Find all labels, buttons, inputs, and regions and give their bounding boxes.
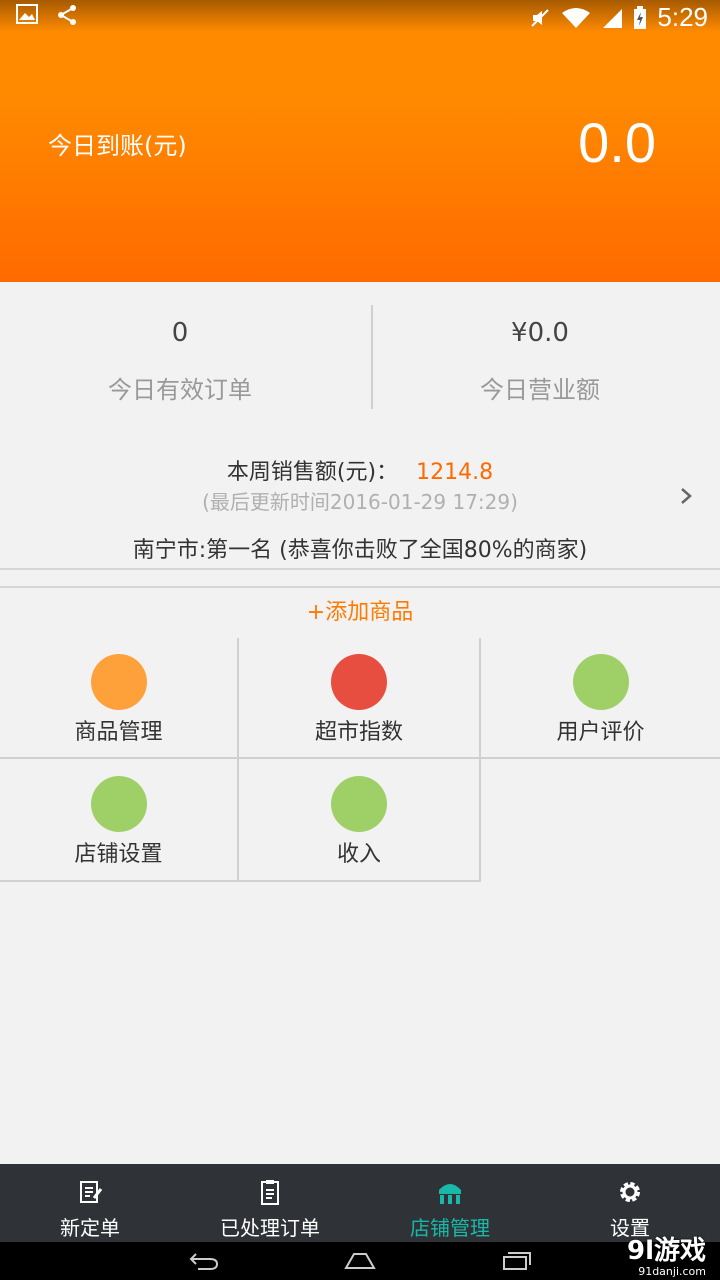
income-icon [331, 776, 387, 832]
tab-label: 店铺管理 [410, 1216, 490, 1240]
weekly-sales-amount: 1214.8 [416, 460, 494, 485]
tab-processed-orders[interactable]: 已处理订单 [180, 1164, 360, 1242]
image-icon [16, 4, 38, 24]
stats-divider [371, 305, 373, 409]
gear-icon [620, 1182, 640, 1202]
valid-orders-label: 今日有效订单 [108, 376, 252, 404]
home-icon[interactable] [342, 1250, 378, 1272]
today-income-label: 今日到账(元) [48, 132, 187, 160]
shop-icon [439, 1184, 461, 1204]
grid-item-label: 用户评价 [556, 720, 645, 745]
watermark-site: 91danji.com [638, 1265, 706, 1278]
last-updated-text: (最后更新时间2016-01-29 17:29) [202, 490, 518, 514]
wifi-icon [562, 7, 591, 28]
grid-item-market-index[interactable]: 超市指数 [239, 638, 481, 759]
tab-new-orders[interactable]: 新定单 [0, 1164, 180, 1242]
shop-settings-icon [90, 776, 147, 832]
grid-item-product-management[interactable]: 商品管理 [0, 638, 239, 759]
clipboard-icon [261, 1180, 279, 1205]
weekly-sales-panel[interactable]: 本周销售额(元)： 1214.8 (最后更新时间2016-01-29 17:29)… [0, 434, 720, 570]
grid-item-label: 商品管理 [74, 720, 163, 745]
clock: 5:29 [657, 2, 708, 32]
daily-stats: 0 今日有效订单 ¥0.0 今日营业额 [0, 282, 720, 436]
new-order-icon [80, 1181, 103, 1203]
product-management-icon [90, 654, 147, 710]
chevron-right-icon [681, 488, 692, 504]
grid-item-income[interactable]: 收入 [239, 759, 481, 882]
grid-item-shop-settings[interactable]: 店铺设置 [0, 759, 239, 882]
user-reviews-icon [572, 654, 629, 710]
grid-item-label: 店铺设置 [74, 842, 163, 867]
tab-label: 已处理订单 [220, 1216, 320, 1240]
signal-icon [603, 8, 623, 28]
watermark-brand: 9l游戏 [626, 1236, 706, 1266]
turnover-stat[interactable]: ¥0.0 今日营业额 [360, 282, 720, 434]
grid-item-label: 收入 [336, 842, 381, 867]
share-icon [58, 5, 76, 25]
income-header: 5:29 今日到账(元) 0.0 [0, 0, 720, 282]
valid-orders-stat[interactable]: 0 今日有效订单 [0, 282, 360, 434]
recents-icon[interactable] [500, 1250, 532, 1272]
valid-orders-value: 0 [171, 318, 189, 348]
battery-charging-icon [634, 5, 647, 29]
market-index-icon [331, 654, 387, 710]
mute-icon [531, 8, 550, 27]
ranking-text: 南宁市:第一名 (恭喜你击败了全国80%的商家) [132, 538, 588, 563]
tab-shop-management[interactable]: 店铺管理 [360, 1164, 540, 1242]
weekly-sales-label: 本周销售额(元)： [226, 460, 399, 485]
system-nav-bar [0, 1242, 720, 1280]
status-bar: 5:29 [0, 0, 720, 32]
back-icon[interactable] [188, 1250, 220, 1272]
bottom-nav: 新定单 已处理订单 店铺管理 设置 [0, 1164, 720, 1242]
grid-item-user-reviews[interactable]: 用户评价 [481, 638, 720, 759]
watermark-logo: 9l游戏 91danji.com [627, 1230, 706, 1278]
add-product-button[interactable]: +添加商品 [0, 586, 720, 640]
today-income-value: 0.0 [578, 111, 656, 174]
turnover-value: ¥0.0 [511, 318, 569, 348]
tab-label: 新定单 [60, 1216, 120, 1240]
grid-item-label: 超市指数 [314, 720, 403, 745]
turnover-label: 今日营业额 [480, 376, 600, 404]
